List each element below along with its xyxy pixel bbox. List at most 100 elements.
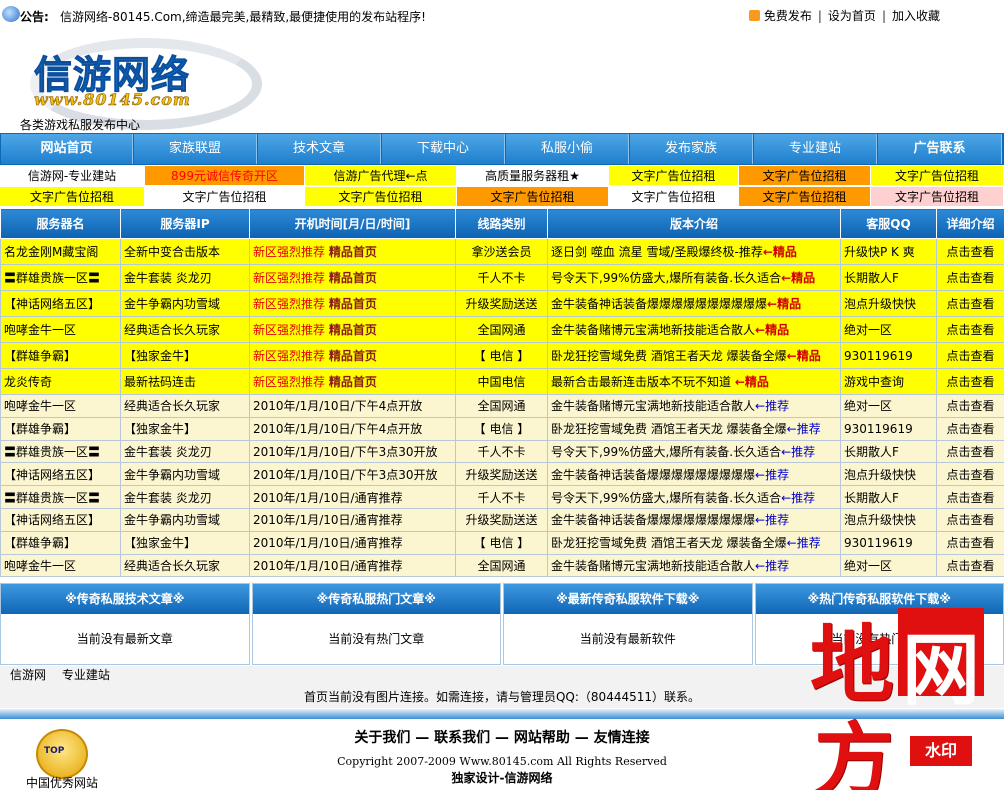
server-name[interactable]: 【群雄争霸】	[4, 536, 76, 550]
server-name[interactable]: 【神话网络五区】	[4, 468, 100, 482]
site-logo[interactable]: 信游网络 www.80145.com 各类游戏私服发布中心	[0, 30, 280, 132]
panel-title[interactable]: ※传奇私服技术文章※	[1, 584, 249, 614]
featured-text: 精品首页	[328, 271, 377, 285]
nav-family-alliance[interactable]: 家族联盟	[134, 134, 257, 164]
cell-detail[interactable]: 点击查看	[936, 394, 1004, 418]
col-header-version[interactable]: 版本介绍	[547, 208, 841, 239]
nav-download[interactable]: 下载中心	[382, 134, 505, 164]
cell-detail[interactable]: 点击查看	[936, 264, 1004, 291]
cell-detail[interactable]: 点击查看	[936, 439, 1004, 464]
nav-publish-family[interactable]: 发布家族	[630, 134, 753, 164]
featured-text: 精品首页	[328, 245, 377, 259]
cell-detail[interactable]: 点击查看	[936, 416, 1004, 441]
server-name[interactable]: 【群雄争霸】	[4, 422, 76, 436]
free-publish-link[interactable]: 免费发布	[764, 9, 812, 23]
view-detail-link[interactable]: 点击查看	[946, 399, 994, 413]
cell-server-name[interactable]: 〓群雄贵族一区〓	[0, 485, 121, 509]
ad-cell[interactable]: 文字广告位招租	[871, 187, 1004, 207]
cell-server-name[interactable]: 咆哮金牛一区	[0, 394, 121, 418]
ad-cell[interactable]: 文字广告位招租	[305, 187, 457, 207]
cell-qq: 930119619	[840, 342, 937, 369]
cell-detail[interactable]: 点击查看	[936, 368, 1004, 395]
nav-tech-articles[interactable]: 技术文章	[258, 134, 381, 164]
ad-cell[interactable]: 文字广告位招租	[0, 187, 145, 207]
server-name[interactable]: 〓群雄贵族一区〓	[4, 271, 100, 285]
footer-links[interactable]: 关于我们 — 联系我们 — 网站帮助 — 友情连接	[0, 727, 1004, 747]
ad-cell[interactable]: 899元诚信传奇开区	[145, 166, 305, 186]
ad-cell[interactable]: 文字广告位招租	[609, 166, 739, 186]
cell-detail[interactable]: 点击查看	[936, 290, 1004, 317]
view-detail-link[interactable]: 点击查看	[946, 536, 994, 550]
ad-cell[interactable]: 文字广告位招租	[871, 166, 1004, 186]
cell-server-name[interactable]: 【群雄争霸】	[0, 530, 121, 555]
panel-title[interactable]: ※传奇私服热门文章※	[252, 584, 500, 614]
view-detail-link[interactable]: 点击查看	[946, 468, 994, 482]
cell-detail[interactable]: 点击查看	[936, 342, 1004, 369]
ad-cell[interactable]: 信游网-专业建站	[0, 166, 145, 186]
cell-detail[interactable]: 点击查看	[936, 462, 1004, 487]
qq-text: 游戏中查询	[844, 375, 905, 389]
cell-server-name[interactable]: 【神话网络五区】	[0, 507, 121, 532]
panel-title[interactable]: ※热门传奇私服软件下载※	[755, 584, 1003, 614]
server-name[interactable]: 【神话网络五区】	[4, 297, 100, 311]
ad-cell[interactable]: 高质量服务器租★	[457, 166, 609, 186]
ad-cell[interactable]: 信游广告代理←点	[305, 166, 457, 186]
nav-web-building[interactable]: 专业建站	[754, 134, 877, 164]
cell-server-name[interactable]: 【群雄争霸】	[0, 416, 121, 441]
view-detail-link[interactable]: 点击查看	[946, 491, 994, 505]
view-detail-link[interactable]: 点击查看	[946, 375, 994, 389]
view-detail-link[interactable]: 点击查看	[946, 245, 994, 259]
server-name[interactable]: 名龙金刚M藏宝阁	[4, 245, 98, 259]
cell-server-name[interactable]: 【群雄争霸】	[0, 342, 121, 369]
set-homepage-link[interactable]: 设为首页	[828, 9, 876, 23]
cell-detail[interactable]: 点击查看	[936, 553, 1004, 578]
col-header-line-type[interactable]: 线路类别	[455, 208, 548, 239]
view-detail-link[interactable]: 点击查看	[946, 271, 994, 285]
view-detail-link[interactable]: 点击查看	[946, 445, 994, 459]
server-name[interactable]: 龙炎传奇	[4, 375, 52, 389]
col-header-server-name[interactable]: 服务器名	[0, 208, 121, 239]
cell-detail[interactable]: 点击查看	[936, 238, 1004, 265]
view-detail-link[interactable]: 点击查看	[946, 559, 994, 573]
nav-home[interactable]: 网站首页	[1, 134, 133, 164]
cell-server-name[interactable]: 咆哮金牛一区	[0, 316, 121, 343]
server-name[interactable]: 咆哮金牛一区	[4, 323, 76, 337]
cell-server-name[interactable]: 名龙金刚M藏宝阁	[0, 238, 121, 265]
view-detail-link[interactable]: 点击查看	[946, 297, 994, 311]
ad-cell[interactable]: 文字广告位招租	[739, 187, 871, 207]
server-name[interactable]: 〓群雄贵族一区〓	[4, 445, 100, 459]
cell-server-name[interactable]: 〓群雄贵族一区〓	[0, 439, 121, 464]
cell-detail[interactable]: 点击查看	[936, 507, 1004, 532]
view-detail-link[interactable]: 点击查看	[946, 349, 994, 363]
nav-private-server-thief[interactable]: 私服小偷	[506, 134, 629, 164]
ad-cell[interactable]: 文字广告位招租	[145, 187, 305, 207]
col-header-server-ip[interactable]: 服务器IP	[120, 208, 250, 239]
cell-server-name[interactable]: 咆哮金牛一区	[0, 553, 121, 578]
col-header-detail[interactable]: 详细介绍	[936, 208, 1004, 239]
panel-title[interactable]: ※最新传奇私服软件下载※	[504, 584, 752, 614]
view-detail-link[interactable]: 点击查看	[946, 323, 994, 337]
cell-server-name[interactable]: 【神话网络五区】	[0, 462, 121, 487]
server-name[interactable]: 〓群雄贵族一区〓	[4, 491, 100, 505]
add-favorite-link[interactable]: 加入收藏	[892, 9, 940, 23]
cell-detail[interactable]: 点击查看	[936, 485, 1004, 509]
friend-link[interactable]: 信游网	[10, 668, 46, 682]
server-name[interactable]: 【群雄争霸】	[4, 349, 76, 363]
server-name[interactable]: 咆哮金牛一区	[4, 559, 76, 573]
ad-cell[interactable]: 文字广告位招租	[457, 187, 609, 207]
cell-server-name[interactable]: 【神话网络五区】	[0, 290, 121, 317]
server-name[interactable]: 【神话网络五区】	[4, 513, 100, 527]
cell-detail[interactable]: 点击查看	[936, 530, 1004, 555]
nav-ad-contact[interactable]: 广告联系	[878, 134, 1002, 164]
cell-server-name[interactable]: 〓群雄贵族一区〓	[0, 264, 121, 291]
view-detail-link[interactable]: 点击查看	[946, 513, 994, 527]
col-header-qq[interactable]: 客服QQ	[840, 208, 937, 239]
ad-cell[interactable]: 文字广告位招租	[609, 187, 739, 207]
cell-server-name[interactable]: 龙炎传奇	[0, 368, 121, 395]
cell-detail[interactable]: 点击查看	[936, 316, 1004, 343]
friend-link[interactable]: 专业建站	[62, 668, 110, 682]
server-name[interactable]: 咆哮金牛一区	[4, 399, 76, 413]
col-header-open-time[interactable]: 开机时间[月/日/时间]	[249, 208, 456, 239]
ad-cell[interactable]: 文字广告位招租	[739, 166, 871, 186]
view-detail-link[interactable]: 点击查看	[946, 422, 994, 436]
